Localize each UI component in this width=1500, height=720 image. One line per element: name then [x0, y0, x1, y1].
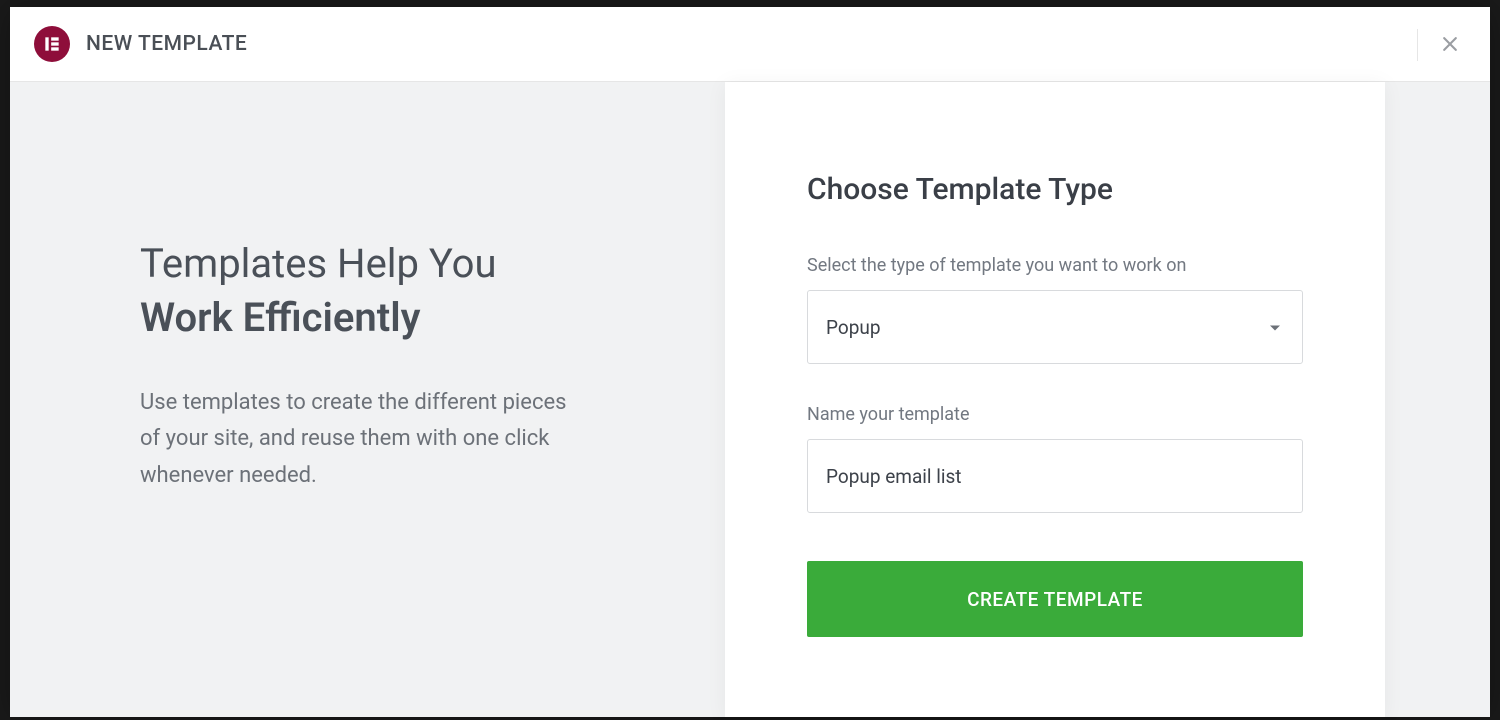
- template-type-select[interactable]: Popup: [807, 290, 1303, 364]
- close-icon: [1440, 34, 1460, 54]
- heading-line-1: Templates Help You: [140, 237, 725, 291]
- modal-body: Templates Help You Work Efficiently Use …: [10, 82, 1490, 717]
- form-title: Choose Template Type: [807, 172, 1303, 207]
- elementor-logo-icon: [34, 26, 70, 62]
- form-panel: Choose Template Type Select the type of …: [725, 82, 1385, 717]
- modal-title: NEW TEMPLATE: [86, 32, 247, 56]
- template-name-input[interactable]: [807, 439, 1303, 513]
- modal-overlay: NEW TEMPLATE Templates Help You Work Eff…: [0, 0, 1500, 720]
- heading-line-2: Work Efficiently: [140, 291, 725, 345]
- modal-header: NEW TEMPLATE: [10, 7, 1490, 82]
- info-panel: Templates Help You Work Efficiently Use …: [10, 82, 725, 717]
- template-type-select-wrapper: Popup: [807, 290, 1303, 364]
- create-template-button[interactable]: CREATE TEMPLATE: [807, 561, 1303, 637]
- close-button[interactable]: [1438, 32, 1462, 56]
- info-description: Use templates to create the different pi…: [140, 385, 570, 494]
- header-divider: [1417, 29, 1418, 61]
- template-name-label: Name your template: [807, 404, 1303, 425]
- template-type-label: Select the type of template you want to …: [807, 255, 1303, 276]
- new-template-modal: NEW TEMPLATE Templates Help You Work Eff…: [10, 7, 1490, 717]
